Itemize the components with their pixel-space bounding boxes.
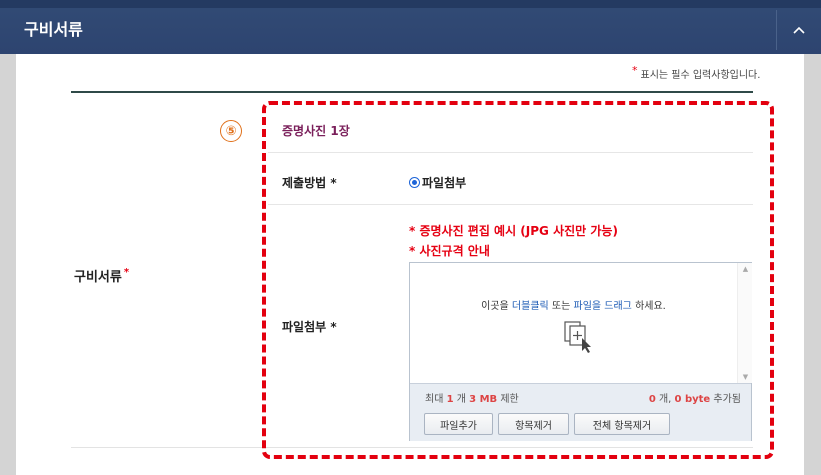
radio-button[interactable] xyxy=(409,177,420,188)
submit-method-label: 제출방법 * xyxy=(282,176,337,190)
table-bottom-border xyxy=(71,447,753,448)
photo-spec-guide-link[interactable]: * 사진규격 안내 xyxy=(409,242,490,259)
file-count: 0 xyxy=(648,394,656,405)
count-suffix: 추가됨 xyxy=(710,394,741,405)
section-header: 구비서류 xyxy=(0,0,821,54)
limit-prefix: 최대 xyxy=(425,394,447,405)
required-star: * xyxy=(123,267,130,278)
drop-text-drag: 파일을 드래그 xyxy=(573,301,632,312)
required-note: * 표시는 필수 입력사항입니다. xyxy=(632,64,761,81)
upload-status-bar: 최대 1 개 3 MB 제한 0 개, 0 byte 추가됨 파일추가 항목제거… xyxy=(410,383,751,441)
divider xyxy=(268,152,753,153)
file-add-icon xyxy=(564,321,591,353)
required-star: * xyxy=(632,64,638,77)
collapse-toggle-button[interactable] xyxy=(777,8,821,52)
count-unit: 개, xyxy=(655,394,675,405)
remove-all-items-button[interactable]: 전체 항목제거 xyxy=(574,413,670,435)
section-header-title: 구비서류 xyxy=(24,20,83,39)
drop-instruction: 이곳을 더블클릭 또는 파일을 드래그 하세요. xyxy=(410,297,737,312)
drop-text-prefix: 이곳을 xyxy=(481,301,512,312)
table-top-border xyxy=(71,91,753,93)
limit-unit: 개 xyxy=(453,394,470,405)
upload-limit: 최대 1 개 3 MB 제한 xyxy=(425,390,519,405)
attachment-label: 파일첨부 * xyxy=(282,320,337,334)
drop-text-dblclick: 더블클릭 xyxy=(511,301,549,312)
radio-label: 파일첨부 xyxy=(422,176,467,190)
scrollbar[interactable]: ▲ ▼ xyxy=(737,263,752,383)
header-top-strip xyxy=(0,0,821,8)
annotation-number: ⑤ xyxy=(220,120,242,142)
file-upload-widget: 이곳을 더블클릭 또는 파일을 드래그 하세요. ▲ ▼ 최대 1 개 3 MB… xyxy=(409,262,752,441)
drop-text-middle: 또는 xyxy=(548,301,574,312)
radio-selected-dot xyxy=(412,180,417,185)
required-note-text: 표시는 필수 입력사항입니다. xyxy=(640,70,761,81)
row-label-text: 구비서류 xyxy=(74,270,122,285)
scroll-down-icon[interactable]: ▼ xyxy=(738,373,753,381)
limit-suffix: 제한 xyxy=(497,394,519,405)
upload-count: 0 개, 0 byte 추가됨 xyxy=(649,390,741,405)
limit-count: 1 xyxy=(446,394,454,405)
divider xyxy=(268,204,753,205)
add-file-button[interactable]: 파일추가 xyxy=(424,413,493,435)
limit-size: 3 MB xyxy=(469,394,498,405)
form-panel: * 표시는 필수 입력사항입니다. 구비서류 * ⑤ 증명사진 1장 제출방법 * … xyxy=(16,54,804,475)
byte-count: 0 byte xyxy=(674,394,711,405)
row-label: 구비서류 * xyxy=(74,266,129,285)
section-title: 증명사진 1장 xyxy=(282,124,350,138)
chevron-up-icon xyxy=(793,26,805,34)
drop-text-suffix: 하세요. xyxy=(631,301,666,312)
scroll-up-icon[interactable]: ▲ xyxy=(738,265,753,273)
file-drop-zone[interactable]: 이곳을 더블클릭 또는 파일을 드래그 하세요. xyxy=(410,263,737,383)
submit-method-radio[interactable]: 파일첨부 xyxy=(409,174,466,191)
photo-edit-example-link[interactable]: * 증명사진 편집 예시 (JPG 사진만 가능) xyxy=(409,222,618,239)
remove-item-button[interactable]: 항목제거 xyxy=(498,413,569,435)
